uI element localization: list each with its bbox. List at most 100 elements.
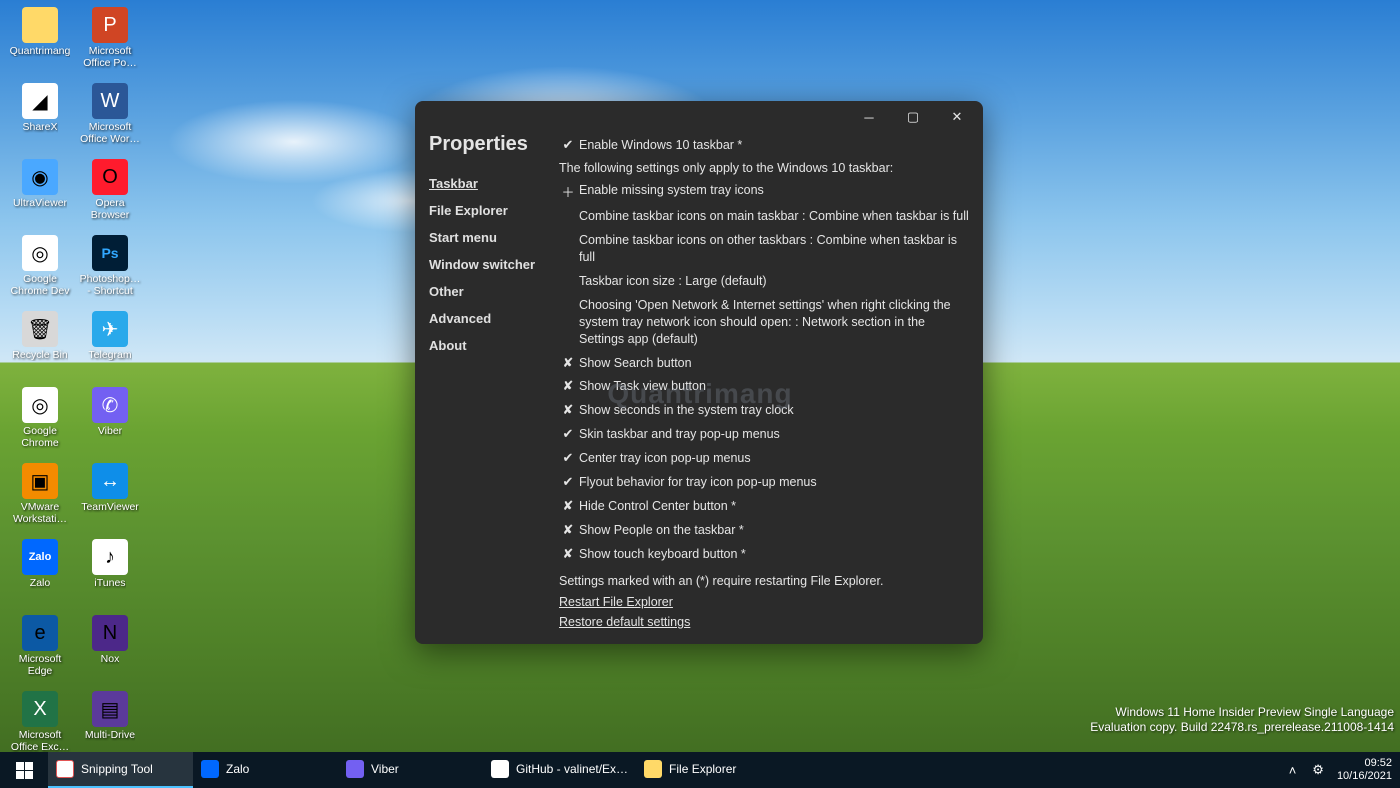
desktop-icon[interactable]: Quantrimang [5,5,75,77]
nav-other[interactable]: Other [429,278,555,305]
taskbar-item[interactable]: Zalo [193,752,338,788]
check-icon: ✔ [559,450,577,466]
nav-about[interactable]: About [429,332,555,359]
app-icon: ▣ [22,463,58,499]
desktop-icon[interactable]: 🗑Recycle Bin [5,309,75,381]
desktop[interactable]: QuantrimangPMicrosoft Office Po… ◢ ShareX W… [0,0,1400,788]
setting-item[interactable]: Combine taskbar icons on other taskbars … [559,229,969,270]
task-label: Zalo [226,762,249,776]
setting-label: Center tray icon pop-up menus [579,450,969,467]
app-icon: O [92,159,128,195]
cross-icon: ✘ [559,498,577,514]
desktop-icon[interactable]: ↔ TeamViewer [75,461,145,533]
setting-label: Hide Control Center button * [579,498,969,515]
setting-item[interactable]: ✘Show seconds in the system tray clock [559,399,969,423]
icon-label: VMware Workstati… [7,501,73,525]
setting-item[interactable]: ✘Show Task view button [559,375,969,399]
cross-icon: ✘ [559,378,577,394]
icon-label: Google Chrome [7,425,73,449]
plus-icon: ＋ [559,182,577,201]
app-icon: ◎ [22,387,58,423]
desktop-icon[interactable]: WMicrosoft Office Wor… [75,81,145,153]
icon-label: Opera Browser [77,197,143,221]
setting-item[interactable]: Taskbar icon size : Large (default) [559,270,969,294]
app-icon: X [22,691,58,727]
desktop-icon[interactable]: XMicrosoft Office Exc… [5,689,75,761]
cross-icon: ✘ [559,546,577,562]
nav-start-menu[interactable]: Start menu [429,224,555,251]
desktop-icon[interactable]: ◎Google Chrome [5,385,75,457]
setting-item[interactable]: ＋Enable missing system tray icons [559,179,969,205]
desktop-icon[interactable]: ▤Multi-Drive [75,689,145,761]
maximize-button[interactable]: ▢ [891,103,935,131]
setting-item[interactable]: Choosing 'Open Network & Internet settin… [559,293,969,351]
setting-item[interactable]: ✔Enable Windows 10 taskbar * [559,133,969,157]
app-icon: e [22,615,58,651]
check-icon: ✔ [559,137,577,153]
close-button[interactable]: ✕ [935,103,979,131]
start-button[interactable] [0,752,48,788]
nav-window-switcher[interactable]: Window switcher [429,251,555,278]
desktop-icon[interactable]: ♪iTunes [75,537,145,609]
desktop-icon[interactable]: eMicrosoft Edge [5,613,75,685]
desktop-icon[interactable]: ✈Telegram [75,309,145,381]
app-icon: W [92,83,128,119]
setting-label: Skin taskbar and tray pop-up menus [579,426,969,443]
task-app-icon [201,760,219,778]
desktop-icon[interactable]: ◢ ShareX [5,81,75,153]
setting-item[interactable]: ✘Show Search button [559,351,969,375]
setting-label: Taskbar icon size : Large (default) [579,273,969,290]
task-label: Viber [371,762,399,776]
icon-label: Microsoft Office Exc… [7,729,73,753]
app-icon: P [92,7,128,43]
app-icon: ↔ [92,463,128,499]
check-icon: ✔ [559,474,577,490]
task-app-icon [346,760,364,778]
desktop-icon[interactable]: ✆Viber [75,385,145,457]
desktop-icon[interactable]: OOpera Browser [75,157,145,229]
cross-icon: ✘ [559,522,577,538]
restore-defaults-link[interactable]: Restore default settings [559,615,690,629]
desktop-icon[interactable]: ZaloZalo [5,537,75,609]
clock[interactable]: 09:52 10/16/2021 [1337,757,1392,783]
system-tray: ˄ ⚙ 09:52 10/16/2021 [1286,757,1400,783]
icon-label: ShareX [22,121,57,133]
setting-item[interactable]: ✔Center tray icon pop-up menus [559,447,969,471]
icon-label: TeamViewer [81,501,139,513]
settings-icon[interactable]: ⚙ [1309,762,1327,778]
icon-label: Microsoft Edge [7,653,73,677]
setting-item[interactable]: ✘Show People on the taskbar * [559,518,969,542]
cross-icon: ✘ [559,402,577,418]
build-watermark: Windows 11 Home Insider Preview Single L… [1090,705,1394,736]
setting-item[interactable]: ✔Flyout behavior for tray icon pop-up me… [559,470,969,494]
windows-icon [16,762,33,779]
tray-overflow-icon[interactable]: ˄ [1286,763,1300,778]
taskbar-item[interactable]: File Explorer [636,752,781,788]
setting-item[interactable]: ✘Show touch keyboard button * [559,542,969,566]
taskbar-item[interactable]: Viber [338,752,483,788]
desktop-icon[interactable]: ◎Google Chrome Dev [5,233,75,305]
desktop-icon[interactable]: NNox [75,613,145,685]
check-icon: ✔ [559,426,577,442]
minimize-button[interactable]: ─ [847,103,891,131]
desktop-icon[interactable]: PMicrosoft Office Po… [75,5,145,77]
app-icon: ◢ [22,83,58,119]
app-icon: Ps [92,235,128,271]
desktop-icon[interactable]: PsPhotoshop… - Shortcut [75,233,145,305]
setting-item[interactable]: Combine taskbar icons on main taskbar : … [559,205,969,229]
restart-footnote: Settings marked with an (*) require rest… [559,574,969,588]
nav-file-explorer[interactable]: File Explorer [429,197,555,224]
desktop-icon[interactable]: ◉UltraViewer [5,157,75,229]
setting-item[interactable]: ✘Hide Control Center button * [559,494,969,518]
taskbar-item[interactable]: GitHub - valinet/Ex… [483,752,636,788]
restart-explorer-link[interactable]: Restart File Explorer [559,595,673,609]
icon-label: iTunes [94,577,125,589]
app-icon: ✈ [92,311,128,347]
taskbar-item[interactable]: Snipping Tool [48,752,193,788]
setting-label: Combine taskbar icons on main taskbar : … [579,208,969,225]
desktop-icon[interactable]: ▣VMware Workstati… [5,461,75,533]
nav-taskbar[interactable]: Taskbar [429,170,555,197]
setting-item[interactable]: ✔Skin taskbar and tray pop-up menus [559,423,969,447]
icon-label: Microsoft Office Wor… [77,121,143,145]
nav-advanced[interactable]: Advanced [429,305,555,332]
